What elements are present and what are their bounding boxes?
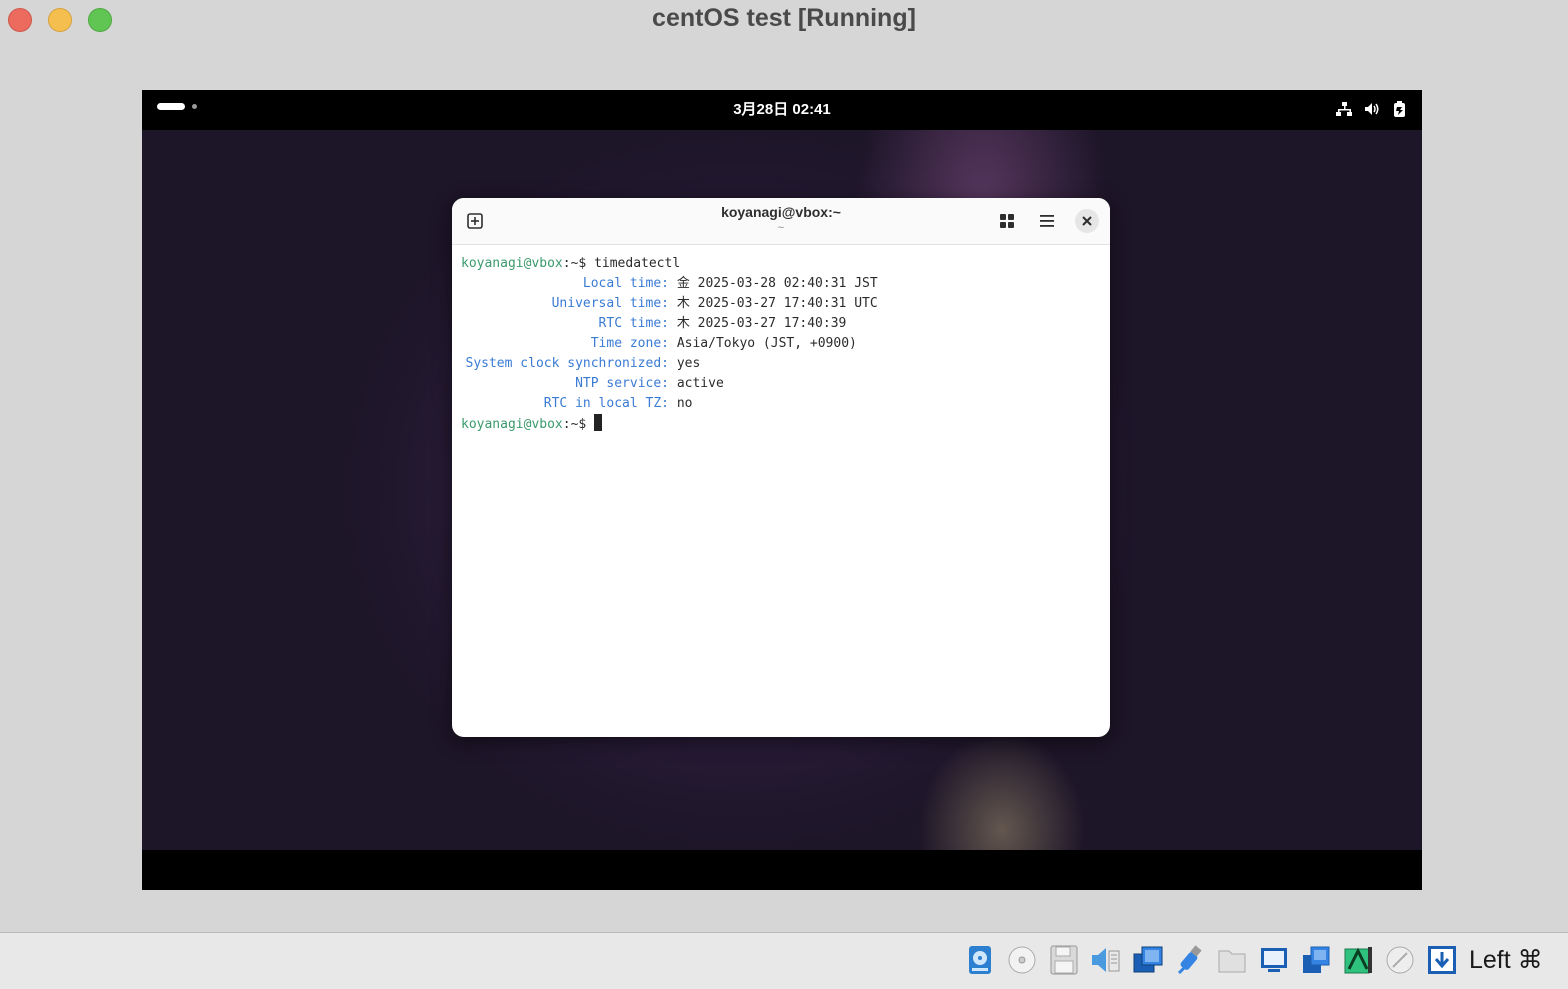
hard-disk-icon[interactable] (964, 944, 996, 976)
output-value: yes (676, 356, 701, 371)
vt-x-icon[interactable] (1342, 944, 1374, 976)
hamburger-menu-icon[interactable] (1035, 209, 1059, 233)
vm-bottom-border (142, 850, 1422, 890)
system-tray[interactable] (1336, 99, 1408, 119)
prompt-suffix: :~$ (562, 417, 595, 432)
battery-icon[interactable] (1392, 99, 1408, 119)
output-label: NTP service: (575, 376, 669, 391)
tab-overview-icon[interactable] (995, 209, 1019, 233)
window-title: centOS test [Running] (652, 4, 916, 32)
command-text: timedatectl (594, 256, 681, 271)
text-cursor (594, 414, 603, 431)
network-adapter-icon[interactable] (1132, 944, 1164, 976)
output-row: Time zone: Asia/Tokyo (JST, +0900) (461, 334, 1101, 354)
host-key-label: Left ⌘ (1469, 946, 1543, 974)
output-row: NTP service: active (461, 374, 1101, 394)
terminal-output[interactable]: koyanagi@vbox:~$ timedatectl Local time:… (461, 254, 1101, 434)
output-value: active (676, 376, 724, 391)
volume-icon[interactable] (1364, 99, 1380, 119)
output-row: RTC time: 木 2025-03-27 17:40:39 (461, 314, 1101, 334)
recording-icon[interactable] (1300, 944, 1332, 976)
output-value: Asia/Tokyo (JST, +0900) (676, 336, 857, 351)
output-value: no (676, 396, 693, 411)
terminal-header-bar[interactable]: koyanagi@vbox:~ ~ (452, 198, 1110, 245)
output-value: 木 2025-03-27 17:40:39 (676, 316, 847, 331)
usb-icon[interactable] (1174, 944, 1206, 976)
output-label: Universal time: (551, 296, 669, 311)
prompt-user-host: koyanagi@vbox (461, 256, 563, 271)
clock[interactable]: 3月28日 02:41 (142, 98, 1422, 119)
output-label: System clock synchronized: (465, 356, 670, 371)
gnome-top-bar: 3月28日 02:41 (142, 90, 1422, 130)
floppy-icon[interactable] (1048, 944, 1080, 976)
current-prompt-line[interactable]: koyanagi@vbox:~$ (461, 414, 1101, 434)
shared-folder-icon[interactable] (1216, 944, 1248, 976)
output-label: Local time: (582, 276, 669, 291)
output-row: Local time: 金 2025-03-28 02:40:31 JST (461, 274, 1101, 294)
output-row: RTC in local TZ: no (461, 394, 1101, 414)
prompt-user-host: koyanagi@vbox (461, 417, 563, 432)
mac-title-bar: centOS test [Running] (0, 0, 1568, 40)
terminal-close-icon[interactable] (1075, 209, 1099, 233)
mouse-integration-icon[interactable] (1384, 944, 1416, 976)
output-label: Time zone: (590, 336, 669, 351)
output-value: 金 2025-03-28 02:40:31 JST (676, 276, 878, 291)
command-line: koyanagi@vbox:~$ timedatectl (461, 254, 1101, 274)
virtualbox-status-bar: Left ⌘ (0, 932, 1568, 989)
display-icon[interactable] (1258, 944, 1290, 976)
output-row: Universal time: 木 2025-03-27 17:40:31 UT… (461, 294, 1101, 314)
output-label: RTC in local TZ: (543, 396, 669, 411)
output-label: RTC time: (598, 316, 669, 331)
vm-display[interactable]: 3月28日 02:41 koyanagi@vbox:~ ~ koyanagi@v… (142, 90, 1422, 890)
audio-icon[interactable] (1090, 944, 1122, 976)
output-value: 木 2025-03-27 17:40:31 UTC (676, 296, 878, 311)
keyboard-capture-icon[interactable] (1426, 944, 1458, 976)
optical-drive-icon[interactable] (1006, 944, 1038, 976)
output-row: System clock synchronized: yes (461, 354, 1101, 374)
network-icon[interactable] (1336, 99, 1352, 119)
prompt-suffix: :~$ (562, 256, 595, 271)
terminal-window[interactable]: koyanagi@vbox:~ ~ koyanagi@vbox:~$ timed… (452, 198, 1110, 737)
